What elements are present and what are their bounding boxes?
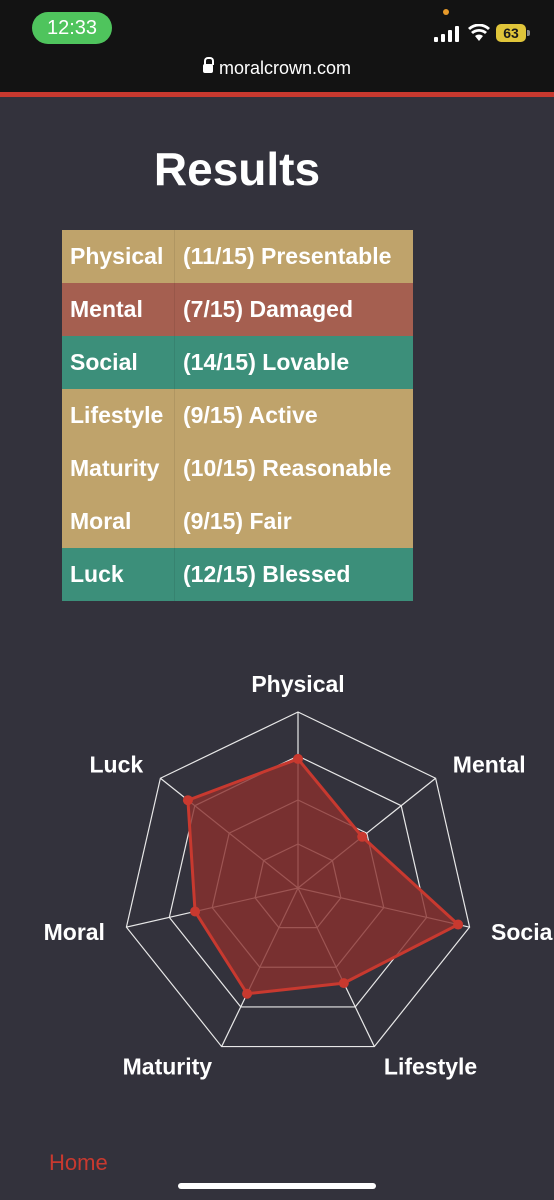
page-title: Results xyxy=(153,143,321,195)
result-row: Maturity (10/15) Reasonable xyxy=(62,442,413,495)
radar-axis-label: Maturity xyxy=(123,1053,213,1079)
radar-point xyxy=(242,988,253,999)
result-row: Social (14/15) Lovable xyxy=(62,336,413,389)
lock-icon xyxy=(202,57,214,73)
status-bar: 12:33 63 moralcrown.com xyxy=(0,0,554,92)
battery-icon: 63 xyxy=(496,24,526,42)
radar-point xyxy=(453,919,464,930)
result-category: Luck xyxy=(62,548,175,601)
radar-axis-label: Lifestyle xyxy=(384,1053,477,1079)
radar-point xyxy=(293,753,303,764)
home-indicator xyxy=(178,1183,376,1189)
results-table: Physical (11/15) Presentable Mental (7/15) … xyxy=(62,230,413,601)
result-category: Lifestyle xyxy=(62,389,175,442)
result-row: Moral (9/15) Fair xyxy=(62,495,413,548)
home-link[interactable]: Home xyxy=(49,1150,108,1176)
result-value: (9/15) Active xyxy=(183,402,318,428)
result-value: (10/15) Reasonable xyxy=(183,455,392,481)
radar-axis-label: Mental xyxy=(453,752,526,778)
radar-axis-label: Luck xyxy=(90,752,144,778)
radar-axis-label: Social xyxy=(491,919,554,945)
result-value: (12/15) Blessed xyxy=(183,561,351,587)
result-value: (7/15) Damaged xyxy=(183,296,354,322)
radar-point xyxy=(182,795,193,806)
radar-axis-label: Moral xyxy=(44,919,105,945)
radar-axis-label: Physical xyxy=(251,671,344,697)
radar-point xyxy=(357,831,368,842)
address-bar[interactable]: moralcrown.com xyxy=(0,57,554,79)
result-value: (14/15) Lovable xyxy=(183,349,350,375)
radar-point xyxy=(190,906,201,917)
result-category: Mental xyxy=(62,283,175,336)
radar-point xyxy=(338,978,349,989)
cellular-signal-icon xyxy=(434,26,460,42)
result-category: Social xyxy=(62,336,175,389)
radar-chart: Physical Mental Social Lifestyle Maturity Mor… xyxy=(44,671,554,1079)
result-category: Moral xyxy=(62,495,175,548)
result-row: Physical (11/15) Presentable xyxy=(62,230,413,283)
status-time: 12:33 xyxy=(32,12,112,44)
header-accent-line xyxy=(0,92,554,97)
result-category: Maturity xyxy=(62,442,175,495)
battery-tip xyxy=(527,30,530,36)
result-value: (11/15) Presentable xyxy=(183,243,392,269)
privacy-indicator-icon xyxy=(443,9,449,15)
url-text: moralcrown.com xyxy=(218,58,352,78)
result-row: Lifestyle (9/15) Active xyxy=(62,389,413,442)
result-category: Physical xyxy=(62,230,175,283)
result-row: Mental (7/15) Damaged xyxy=(62,283,413,336)
result-value: (9/15) Fair xyxy=(183,508,292,534)
wifi-icon xyxy=(468,24,490,41)
result-row: Luck (12/15) Blessed xyxy=(62,548,413,601)
